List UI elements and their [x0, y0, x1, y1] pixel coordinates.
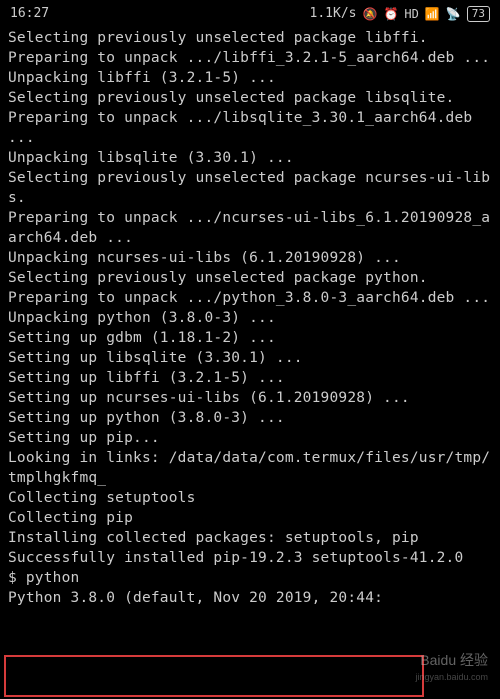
- terminal-line: Preparing to unpack .../python_3.8.0-3_a…: [8, 288, 492, 308]
- terminal-line: Selecting previously unselected package …: [8, 28, 492, 48]
- status-right: 1.1K/s 🔕 ⏰ HD 📶 📡 73: [310, 5, 490, 23]
- terminal-line: Installing collected packages: setuptool…: [8, 528, 492, 548]
- terminal-line: Unpacking libffi (3.2.1-5) ...: [8, 68, 492, 88]
- terminal-line: Python 3.8.0 (default, Nov 20 2019, 20:4…: [8, 588, 492, 608]
- terminal-line: $ python: [8, 568, 492, 588]
- status-time: 16:27: [10, 5, 49, 23]
- terminal-line: Preparing to unpack .../libsqlite_3.30.1…: [8, 108, 492, 148]
- terminal-output[interactable]: Selecting previously unselected package …: [0, 28, 500, 608]
- terminal-line: Selecting previously unselected package …: [8, 168, 492, 208]
- terminal-line: Setting up pip...: [8, 428, 492, 448]
- status-bar: 16:27 1.1K/s 🔕 ⏰ HD 📶 📡 73: [0, 0, 500, 28]
- terminal-line: Preparing to unpack .../ncurses-ui-libs_…: [8, 208, 492, 248]
- terminal-line: Looking in links: /data/data/com.termux/…: [8, 448, 492, 488]
- terminal-line: Unpacking libsqlite (3.30.1) ...: [8, 148, 492, 168]
- watermark-main: Baidu 经验: [420, 652, 488, 668]
- terminal-line: Setting up libsqlite (3.30.1) ...: [8, 348, 492, 368]
- terminal-line: Unpacking ncurses-ui-libs (6.1.20190928)…: [8, 248, 492, 268]
- terminal-line: Preparing to unpack .../libffi_3.2.1-5_a…: [8, 48, 492, 68]
- terminal-line: Setting up libffi (3.2.1-5) ...: [8, 368, 492, 388]
- wifi-icon: 📡: [446, 6, 461, 23]
- battery-indicator: 73: [467, 6, 490, 22]
- terminal-line: Setting up gdbm (1.18.1-2) ...: [8, 328, 492, 348]
- terminal-line: Setting up python (3.8.0-3) ...: [8, 408, 492, 428]
- alarm-icon: ⏰: [383, 6, 398, 23]
- terminal-line: Setting up ncurses-ui-libs (6.1.20190928…: [8, 388, 492, 408]
- annotation-highlight: [4, 655, 424, 697]
- watermark-sub: jingyan.baidu.com: [415, 671, 488, 683]
- terminal-line: Collecting setuptools: [8, 488, 492, 508]
- net-speed: 1.1K/s: [310, 5, 357, 23]
- battery-level: 73: [472, 6, 485, 21]
- mute-icon: 🔕: [362, 6, 377, 23]
- terminal-line: Selecting previously unselected package …: [8, 88, 492, 108]
- watermark: Baidu 经验 jingyan.baidu.com: [415, 651, 488, 683]
- hd-icon: HD: [404, 6, 418, 23]
- terminal-line: Successfully installed pip-19.2.3 setupt…: [8, 548, 492, 568]
- terminal-line: Unpacking python (3.8.0-3) ...: [8, 308, 492, 328]
- signal-icon: 📶: [425, 6, 440, 23]
- terminal-line: Collecting pip: [8, 508, 492, 528]
- terminal-line: Selecting previously unselected package …: [8, 268, 492, 288]
